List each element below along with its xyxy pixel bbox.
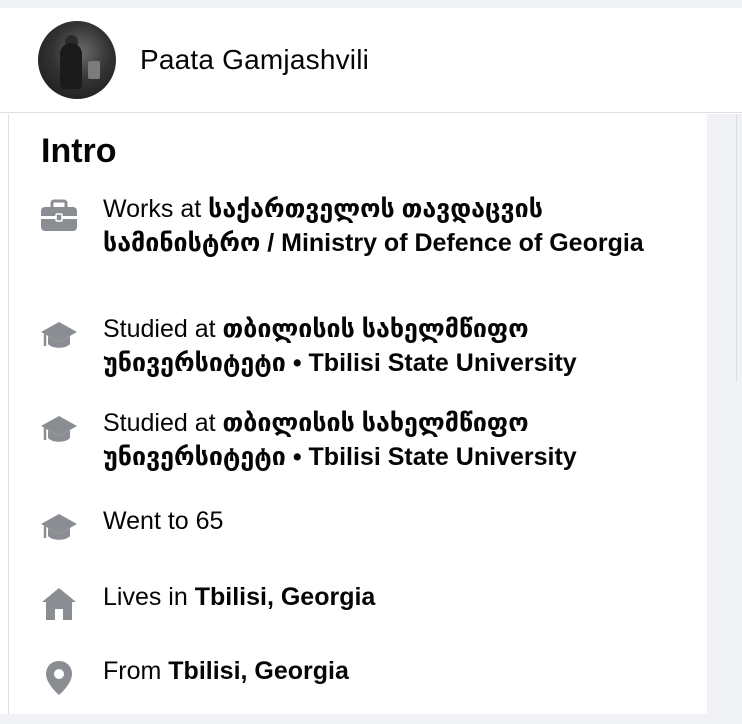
bottom-strip	[0, 714, 742, 724]
graduation-cap-icon	[41, 322, 77, 348]
intro-card: Intro Works at საქართველოს თავდაცვის სამ…	[8, 114, 708, 714]
intro-title: Intro	[41, 132, 117, 170]
intro-item-lives-in: Lives in Tbilisi, Georgia	[39, 580, 689, 624]
intro-item-text: Went to 65	[103, 504, 663, 538]
home-icon	[42, 588, 76, 620]
intro-item-text: From Tbilisi, Georgia	[103, 654, 663, 688]
current-city-link[interactable]: Tbilisi, Georgia	[195, 583, 376, 611]
avatar-light-shape	[88, 61, 100, 79]
avatar-figure-shape	[60, 43, 82, 89]
graduation-cap-icon	[41, 416, 77, 442]
intro-item-text: Lives in Tbilisi, Georgia	[103, 580, 663, 614]
intro-item-text: Studied at თბილისის სახელმწიფო უნივერსიტ…	[103, 406, 663, 474]
intro-item-prefix: Lives in	[103, 583, 195, 611]
intro-item-prefix: Studied at	[103, 409, 223, 437]
intro-item-highschool: Went to 65	[39, 504, 689, 548]
intro-item-from: From Tbilisi, Georgia	[39, 654, 689, 698]
intro-item-text: Studied at თბილისის სახელმწიფო უნივერსიტ…	[103, 312, 663, 380]
intro-item-prefix: Studied at	[103, 315, 223, 343]
intro-item-prefix: Went to 65	[103, 507, 224, 535]
profile-name[interactable]: Paata Gamjashvili	[140, 44, 369, 76]
hometown-link[interactable]: Tbilisi, Georgia	[168, 657, 349, 685]
intro-item-work: Works at საქართველოს თავდაცვის სამინისტრ…	[39, 192, 689, 260]
graduation-cap-icon	[41, 514, 77, 540]
intro-item-prefix: Works at	[103, 195, 209, 223]
location-pin-icon	[46, 661, 72, 695]
profile-header: Paata Gamjashvili	[0, 8, 742, 113]
intro-item-education: Studied at თბილისის სახელმწიფო უნივერსიტ…	[39, 312, 689, 380]
briefcase-icon	[41, 199, 77, 231]
intro-item-text: Works at საქართველოს თავდაცვის სამინისტრ…	[103, 192, 663, 260]
profile-page: Paata Gamjashvili Intro Works at საქართვ…	[0, 0, 742, 724]
top-strip	[0, 0, 742, 8]
intro-item-prefix: From	[103, 657, 169, 685]
avatar[interactable]	[38, 21, 116, 99]
right-rail-divider	[736, 114, 737, 382]
intro-item-education: Studied at თბილისის სახელმწიფო უნივერსიტ…	[39, 406, 689, 474]
